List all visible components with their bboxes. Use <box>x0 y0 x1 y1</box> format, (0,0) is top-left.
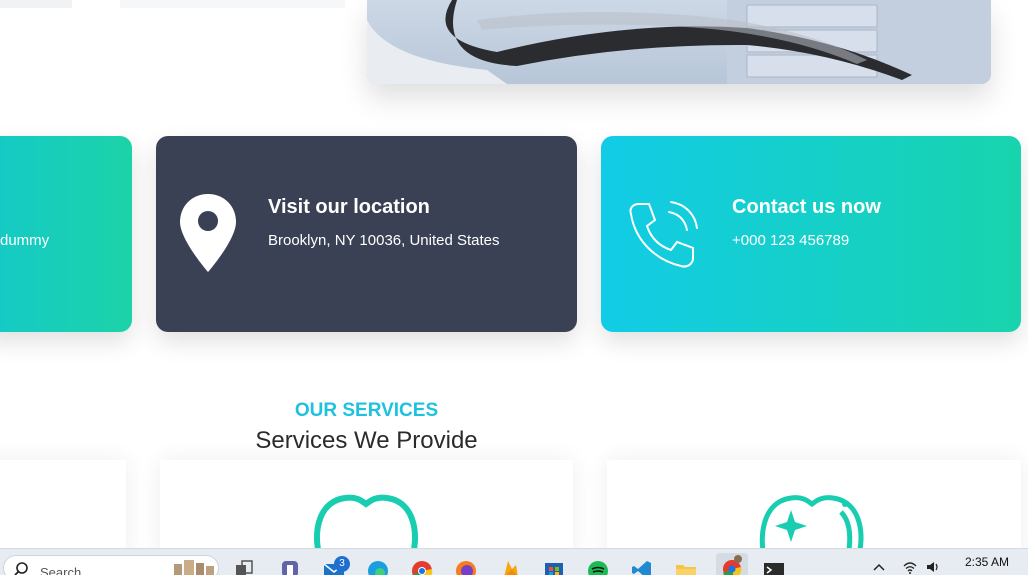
chrome-icon[interactable] <box>410 557 434 575</box>
firefox-icon[interactable] <box>454 557 478 575</box>
service-card-general[interactable] <box>160 460 573 560</box>
windows-taskbar: Search 2:35 AM <box>0 548 1028 575</box>
service-card-whitening[interactable] <box>607 460 1021 560</box>
search-placeholder: Search <box>40 565 82 575</box>
wifi-icon[interactable] <box>903 560 917 574</box>
volume-icon[interactable] <box>926 560 940 574</box>
task-view-icon[interactable] <box>232 557 256 575</box>
services-eyebrow: OUR SERVICES <box>294 400 439 421</box>
services-heading: Services We Provide <box>255 427 478 454</box>
location-card: Visit our location Brooklyn, NY 10036, U… <box>156 136 577 332</box>
info-card-partial-text: dummy <box>0 232 50 249</box>
contact-title: Contact us now <box>732 196 881 218</box>
spotify-icon[interactable] <box>586 557 610 575</box>
search-highlight-art-icon <box>174 560 214 575</box>
search-icon <box>14 562 28 575</box>
mail-badge: 3 <box>334 556 350 572</box>
contact-card: Contact us now +000 123 456789 <box>601 136 1021 332</box>
top-block-left <box>0 0 72 8</box>
file-explorer-icon[interactable] <box>674 557 698 575</box>
hero-image-dental-chair <box>367 0 991 84</box>
phone-icon <box>629 201 698 268</box>
top-block-right <box>120 0 345 8</box>
contact-phone: +000 123 456789 <box>732 232 850 249</box>
dental-chair-illustration <box>367 0 991 84</box>
location-title: Visit our location <box>268 196 430 218</box>
info-card-partial: dummy <box>0 136 132 332</box>
taskbar-active-app[interactable] <box>716 553 748 575</box>
taskbar-search-box[interactable]: Search <box>3 555 219 575</box>
taskbar-clock[interactable]: 2:35 AM <box>965 555 1009 569</box>
chrome-profile-icon <box>723 555 742 575</box>
terminal-icon[interactable] <box>762 557 786 575</box>
firebase-icon[interactable] <box>498 557 522 575</box>
service-card-partial[interactable] <box>0 460 126 560</box>
teams-icon[interactable] <box>278 557 302 575</box>
map-pin-icon <box>180 194 236 272</box>
location-address: Brooklyn, NY 10036, United States <box>268 232 500 249</box>
store-icon[interactable] <box>542 557 566 575</box>
top-section-remnant <box>0 0 345 8</box>
chevron-up-icon[interactable] <box>872 560 886 574</box>
vscode-icon[interactable] <box>630 557 654 575</box>
edge-icon[interactable] <box>366 557 390 575</box>
